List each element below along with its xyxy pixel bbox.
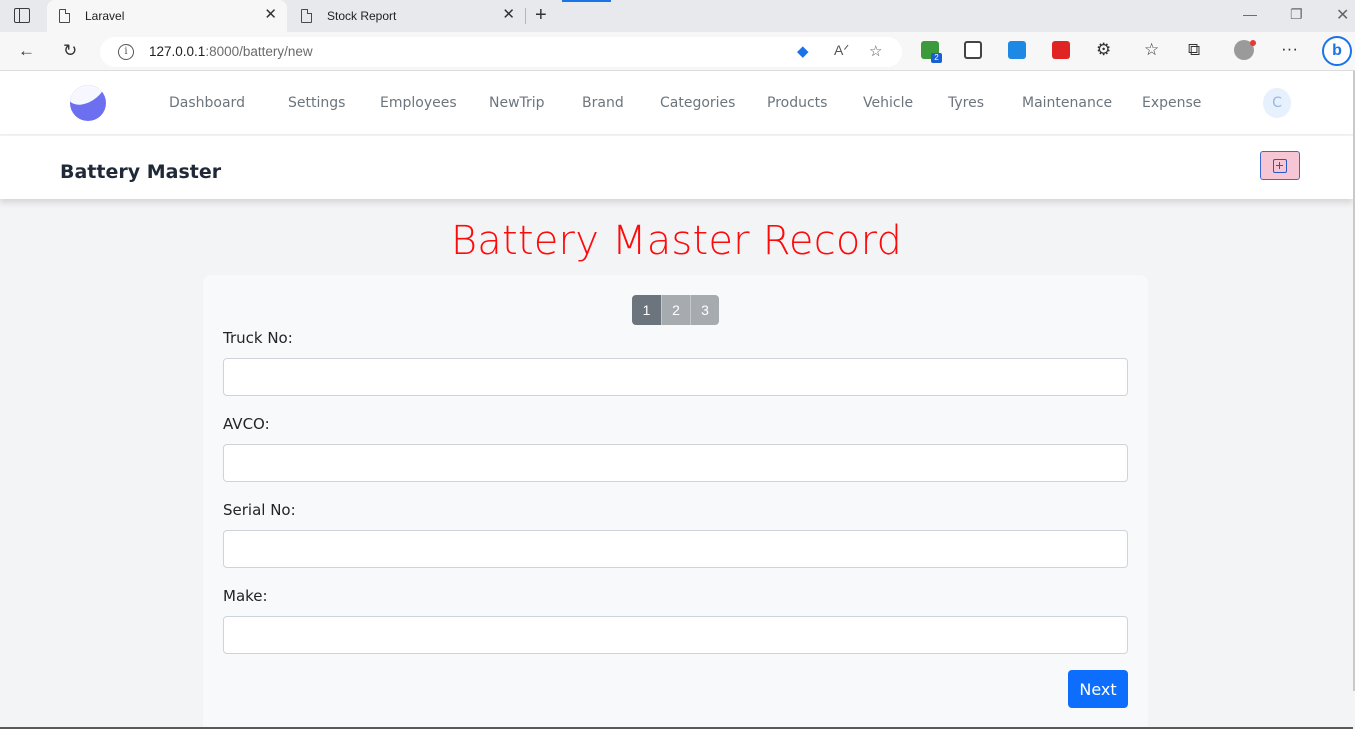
new-tab-icon[interactable]: +	[535, 5, 547, 25]
tab-actions-icon[interactable]	[14, 8, 30, 23]
app-logo[interactable]	[70, 85, 106, 121]
read-aloud-icon[interactable]: Aᐟ	[834, 42, 849, 59]
browser-tab-stock-report[interactable]: Stock Report ✕	[289, 0, 525, 32]
add-favorite-icon[interactable]: ☆	[869, 42, 882, 60]
nav-link-products[interactable]: Products	[767, 95, 827, 111]
restore-icon[interactable]: ❐	[1290, 6, 1303, 23]
browser-tab-laravel[interactable]: Laravel ✕	[47, 0, 287, 32]
page-title: Battery Master	[60, 161, 222, 183]
serial-no-label: Serial No:	[223, 501, 296, 519]
make-input[interactable]	[223, 616, 1128, 654]
info-icon[interactable]: i	[118, 44, 134, 60]
favorites-icon[interactable]: ☆	[1144, 41, 1159, 59]
refresh-icon[interactable]: ↻	[63, 42, 77, 60]
bing-icon[interactable]: b	[1322, 36, 1352, 66]
step-indicator: 1 2 3	[632, 295, 719, 325]
back-icon[interactable]: ←	[18, 42, 35, 60]
truck-no-input[interactable]	[223, 358, 1128, 396]
nav-link-settings[interactable]: Settings	[288, 95, 345, 111]
blue-extension-icon[interactable]	[1008, 41, 1026, 59]
tab-title: Laravel	[85, 9, 125, 23]
nav-link-dashboard[interactable]: Dashboard	[169, 95, 245, 111]
page-icon	[301, 9, 312, 23]
tag-icon[interactable]: ◆	[797, 42, 809, 60]
nav-link-brand[interactable]: Brand	[582, 95, 624, 111]
serial-no-input[interactable]	[223, 530, 1128, 568]
extensions-icon[interactable]: ⚙	[1096, 41, 1111, 59]
url-host: 127.0.0.1	[149, 44, 206, 59]
avco-label: AVCO:	[223, 415, 270, 433]
form-card: 1 2 3 Truck No: AVCO: Serial No: Make: N…	[203, 275, 1148, 729]
bitwarden-extension-icon[interactable]	[964, 41, 982, 59]
red-extension-icon[interactable]	[1052, 41, 1070, 59]
avco-input[interactable]	[223, 444, 1128, 482]
extension-badge: 2	[931, 53, 942, 63]
next-button[interactable]: Next	[1068, 670, 1128, 708]
step-2[interactable]: 2	[661, 295, 690, 325]
window-close-icon[interactable]: ✕	[1336, 5, 1349, 25]
profile-notification-dot	[1250, 40, 1256, 46]
nav-link-expense[interactable]: Expense	[1142, 95, 1201, 111]
truck-no-label: Truck No:	[223, 329, 293, 347]
address-bar[interactable]: i 127.0.0.1:8000/battery/new ◆ Aᐟ ☆	[100, 37, 902, 67]
tab-divider	[525, 8, 526, 24]
step-1[interactable]: 1	[632, 295, 661, 325]
record-title: Battery Master Record	[450, 218, 903, 264]
page-header: Battery Master	[0, 136, 1353, 199]
url-path: :8000/battery/new	[205, 44, 313, 59]
nav-link-tyres[interactable]: Tyres	[948, 95, 984, 111]
add-record-button[interactable]	[1260, 151, 1300, 180]
make-label: Make:	[223, 587, 268, 605]
nav-link-newtrip[interactable]: NewTrip	[489, 95, 545, 111]
browser-tab-strip: Laravel ✕ Stock Report ✕ + — ❐ ✕	[0, 0, 1355, 32]
nav-link-vehicle[interactable]: Vehicle	[863, 95, 913, 111]
page-icon	[59, 9, 70, 23]
nav-link-employees[interactable]: Employees	[380, 95, 457, 111]
more-icon[interactable]: ···	[1281, 40, 1298, 58]
app-navbar: Dashboard Settings Employees NewTrip Bra…	[0, 71, 1355, 135]
step-3[interactable]: 3	[690, 295, 719, 325]
tab-title: Stock Report	[327, 9, 397, 23]
user-avatar[interactable]: C	[1263, 88, 1291, 118]
close-icon[interactable]: ✕	[502, 7, 515, 23]
plus-square-icon	[1273, 159, 1287, 173]
collections-icon[interactable]: ⧉	[1188, 41, 1200, 59]
accent-bar	[562, 0, 611, 2]
minimize-icon[interactable]: —	[1243, 6, 1257, 22]
url-text[interactable]: 127.0.0.1:8000/battery/new	[149, 44, 313, 59]
nav-link-categories[interactable]: Categories	[660, 95, 735, 111]
nav-link-maintenance[interactable]: Maintenance	[1022, 95, 1112, 111]
close-icon[interactable]: ✕	[264, 7, 277, 23]
